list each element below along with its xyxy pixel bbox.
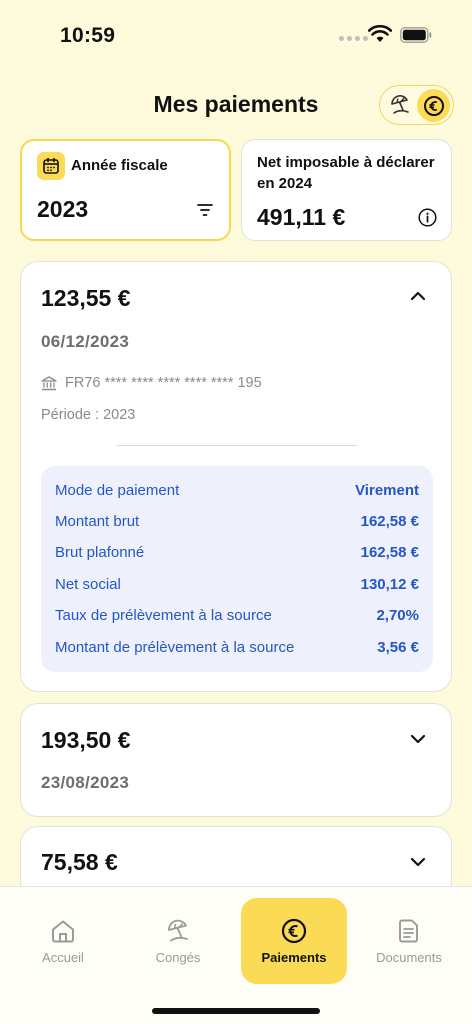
payment-amount: 123,55 € [41, 285, 131, 311]
detail-label: Brut plafonné [55, 543, 145, 561]
home-icon [52, 920, 74, 943]
chevron-down-icon[interactable] [409, 856, 427, 868]
nav-item-documents[interactable]: Documents [356, 898, 462, 984]
fiscal-year-card[interactable]: Année fiscale 2023 [20, 139, 231, 241]
net-taxable-label: Net imposable à déclarer en 2024 [257, 154, 435, 192]
fiscal-year-label: Année fiscale [71, 157, 168, 174]
nav-label: Congés [155, 950, 201, 965]
payment-amount: 75,58 € [41, 849, 118, 875]
detail-label: Mode de paiement [55, 481, 180, 499]
detail-row: Montant brut 162,58 € [55, 510, 419, 532]
beach-umbrella-icon[interactable] [388, 93, 412, 117]
calendar-icon-badge [37, 152, 65, 180]
detail-label: Montant brut [55, 512, 140, 530]
nav-label: Accueil [42, 950, 84, 965]
mode-switch[interactable] [379, 85, 454, 125]
euro-icon [423, 95, 444, 116]
payment-details: Mode de paiement Virement Montant brut 1… [41, 466, 433, 672]
period-text: Période : 2023 [41, 407, 136, 423]
divider [117, 445, 357, 446]
net-taxable-value: 491,11 € [257, 204, 346, 230]
signal-icon [339, 36, 368, 41]
detail-value: Virement [355, 481, 419, 499]
net-taxable-card: Net imposable à déclarer en 2024 491,11 … [241, 139, 452, 241]
filter-icon[interactable] [197, 203, 213, 217]
detail-value: 162,58 € [360, 512, 419, 530]
payment-amount: 193,50 € [41, 727, 131, 753]
euro-icon [281, 918, 307, 944]
payment-date: 06/12/2023 [41, 332, 130, 351]
wifi-icon [368, 25, 392, 42]
nav-label: Documents [376, 950, 442, 965]
detail-value: 3,56 € [377, 638, 419, 656]
status-time: 10:59 [60, 24, 116, 47]
iban-text: FR76 **** **** **** **** **** 195 [65, 375, 262, 391]
detail-label: Net social [55, 575, 121, 593]
euro-toggle[interactable] [417, 89, 450, 122]
detail-row: Mode de paiement Virement [55, 479, 419, 501]
detail-row: Brut plafonné 162,58 € [55, 541, 419, 563]
nav-item-accueil[interactable]: Accueil [10, 898, 116, 984]
chevron-down-icon[interactable] [409, 733, 427, 745]
payment-card[interactable]: 123,55 € 06/12/2023 FR76 **** **** **** … [20, 261, 452, 692]
detail-value: 130,12 € [360, 575, 419, 593]
detail-label: Montant de prélèvement à la source [55, 638, 295, 656]
home-indicator [152, 1008, 320, 1014]
chevron-up-icon[interactable] [409, 290, 427, 302]
calendar-icon [43, 157, 59, 174]
iban-row: FR76 **** **** **** **** **** 195 [41, 375, 262, 391]
nav-item-conges[interactable]: Congés [125, 898, 231, 984]
nav-label: Paiements [261, 950, 327, 965]
beach-umbrella-icon [168, 919, 188, 942]
battery-icon [400, 27, 432, 43]
status-bar: 10:59 [0, 0, 472, 70]
detail-value: 162,58 € [360, 543, 419, 561]
payment-card[interactable]: 193,50 € 23/08/2023 [20, 703, 452, 817]
bank-icon [41, 375, 57, 390]
nav-item-paiements[interactable]: Paiements [241, 898, 347, 984]
bottom-nav: Accueil Congés Paiements Documents [0, 886, 472, 1024]
detail-value: 2,70% [376, 606, 419, 624]
detail-label: Taux de prélèvement à la source [55, 606, 272, 624]
detail-row: Montant de prélèvement à la source 3,56 … [55, 636, 419, 658]
document-icon [399, 919, 418, 943]
payment-date: 23/08/2023 [41, 773, 130, 792]
info-icon[interactable] [418, 208, 437, 227]
detail-row: Net social 130,12 € [55, 573, 419, 595]
detail-row: Taux de prélèvement à la source 2,70% [55, 604, 419, 626]
fiscal-year-value: 2023 [37, 196, 89, 222]
